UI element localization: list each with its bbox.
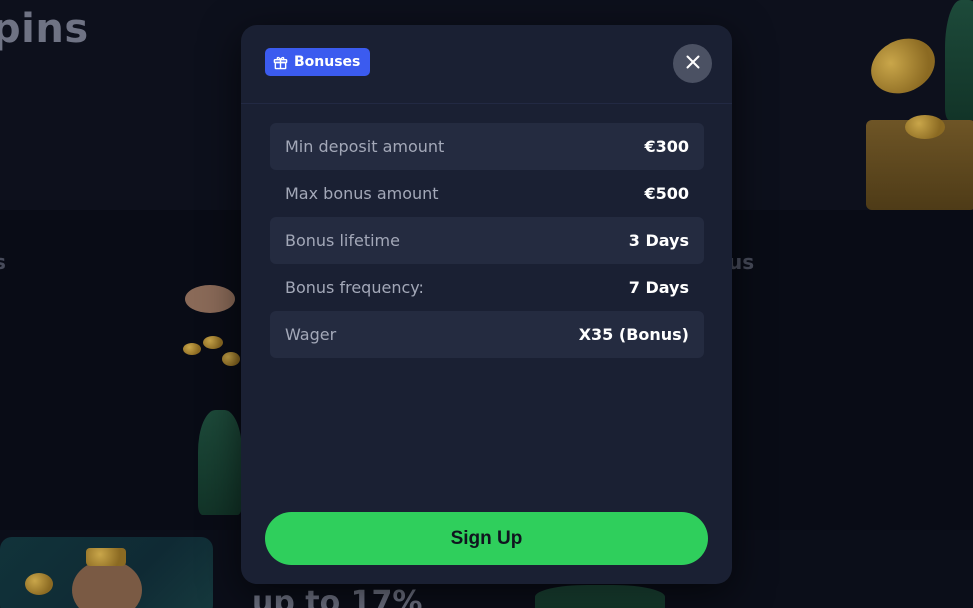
clover-image: [535, 585, 665, 608]
detail-value: 7 Days: [628, 278, 689, 297]
coin-image: [905, 115, 945, 139]
chest-image: [198, 410, 242, 515]
background-heading: pins: [0, 6, 89, 52]
coin-image: [203, 336, 223, 349]
crown-image: [86, 548, 126, 566]
sign-up-button[interactable]: Sign Up: [265, 512, 708, 565]
bonuses-badge: Bonuses: [265, 48, 371, 76]
modal-header: Bonuses: [241, 25, 732, 104]
leprechaun-image: [945, 0, 973, 120]
coin-image: [183, 343, 201, 355]
bonus-details-modal: Bonuses Min deposit amount €300 Max bonu…: [241, 25, 732, 584]
detail-label: Max bonus amount: [285, 184, 439, 203]
detail-row-max-bonus: Max bonus amount €500: [270, 170, 704, 217]
detail-label: Min deposit amount: [285, 137, 445, 156]
gift-icon: [273, 55, 288, 70]
detail-label: Wager: [285, 325, 337, 344]
hand-image: [185, 285, 235, 313]
close-button[interactable]: [673, 44, 712, 83]
detail-value: €300: [644, 137, 689, 156]
detail-row-wager: Wager X35 (Bonus): [270, 311, 704, 358]
badge-label: Bonuses: [294, 54, 361, 70]
coin-image: [222, 352, 240, 366]
detail-row-lifetime: Bonus lifetime 3 Days: [270, 217, 704, 264]
page: pins s us up to 17%: [0, 0, 973, 608]
background-label-left: s: [0, 250, 6, 274]
background-promo-text: up to 17%: [252, 585, 423, 608]
coin-image: [25, 573, 53, 595]
detail-row-frequency: Bonus frequency: 7 Days: [270, 264, 704, 311]
detail-value: €500: [644, 184, 689, 203]
detail-label: Bonus frequency:: [285, 278, 424, 297]
detail-row-min-deposit: Min deposit amount €300: [270, 123, 704, 170]
bonus-details-list: Min deposit amount €300 Max bonus amount…: [270, 123, 704, 358]
detail-value: 3 Days: [628, 231, 689, 250]
close-icon: [686, 54, 700, 73]
detail-value: X35 (Bonus): [578, 325, 689, 344]
detail-label: Bonus lifetime: [285, 231, 400, 250]
